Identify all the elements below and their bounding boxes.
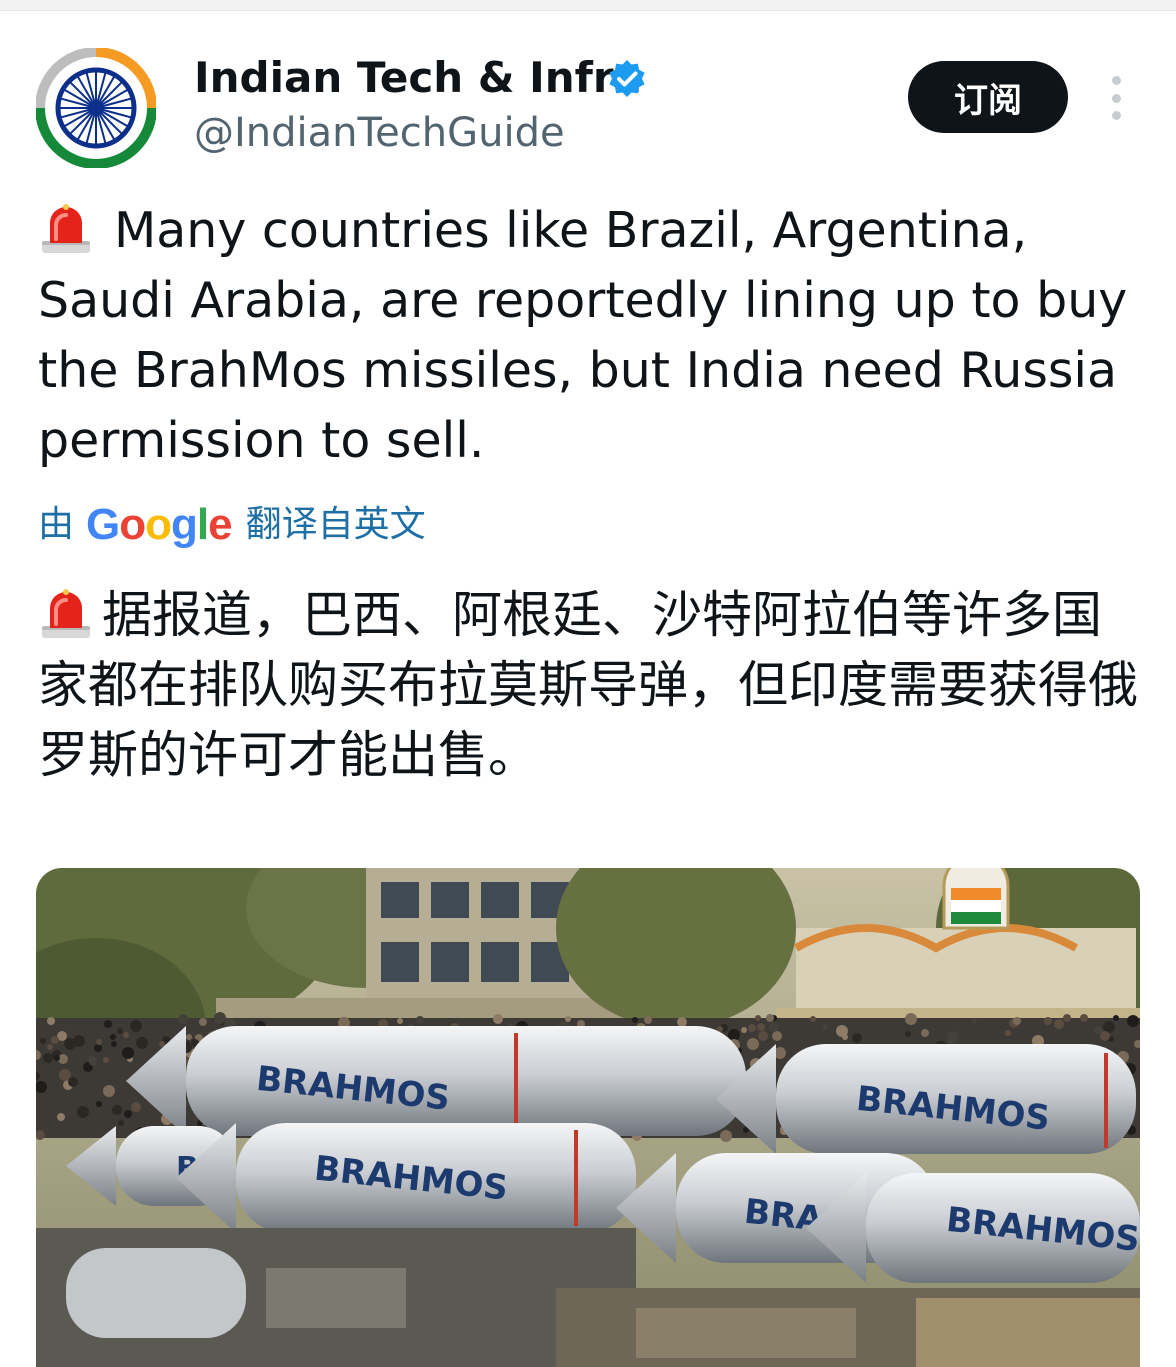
subscribe-button[interactable]: 订阅 xyxy=(908,61,1068,133)
police-siren-icon xyxy=(38,199,94,255)
tweet-text-english: Many countries like Brazil, Argentina, S… xyxy=(38,196,1148,476)
india-chakra-avatar-icon xyxy=(35,47,157,169)
verified-badge-icon xyxy=(606,58,648,100)
tweet-text-zh: 据报道，巴西、阿根廷、沙特阿拉伯等许多国家都在排队购买布拉莫斯导弹，但印度需要获… xyxy=(38,586,1138,784)
display-name[interactable]: Indian Tech & Infra xyxy=(194,50,642,106)
translate-prefix: 由 xyxy=(38,504,75,545)
missile-6: BRAHMOS xyxy=(806,1173,1140,1283)
tweet-text-chinese: 据报道，巴西、阿根廷、沙特阿拉伯等许多国家都在排队购买布拉莫斯导弹，但印度需要获… xyxy=(38,580,1148,790)
google-logo: Google xyxy=(86,500,233,549)
police-siren-icon xyxy=(38,584,94,640)
brahmos-parade-photo: BRAHMOS BRAHMOS BR BRAHMOS BRA xyxy=(36,868,1140,1367)
more-vertical-icon[interactable] xyxy=(1100,76,1132,120)
translate-suffix: 翻译自英文 xyxy=(245,504,426,545)
missile-1: BRAHMOS xyxy=(126,1026,746,1136)
top-edge xyxy=(0,0,1176,11)
tweet-text-en: Many countries like Brazil, Argentina, S… xyxy=(38,202,1128,469)
user-handle[interactable]: @IndianTechGuide xyxy=(194,106,565,160)
tweet-media-image[interactable]: BRAHMOS BRAHMOS BR BRAHMOS BRA xyxy=(36,868,1140,1367)
translated-by-google[interactable]: 由 Google 翻译自英文 xyxy=(38,500,426,550)
avatar[interactable] xyxy=(35,47,157,169)
